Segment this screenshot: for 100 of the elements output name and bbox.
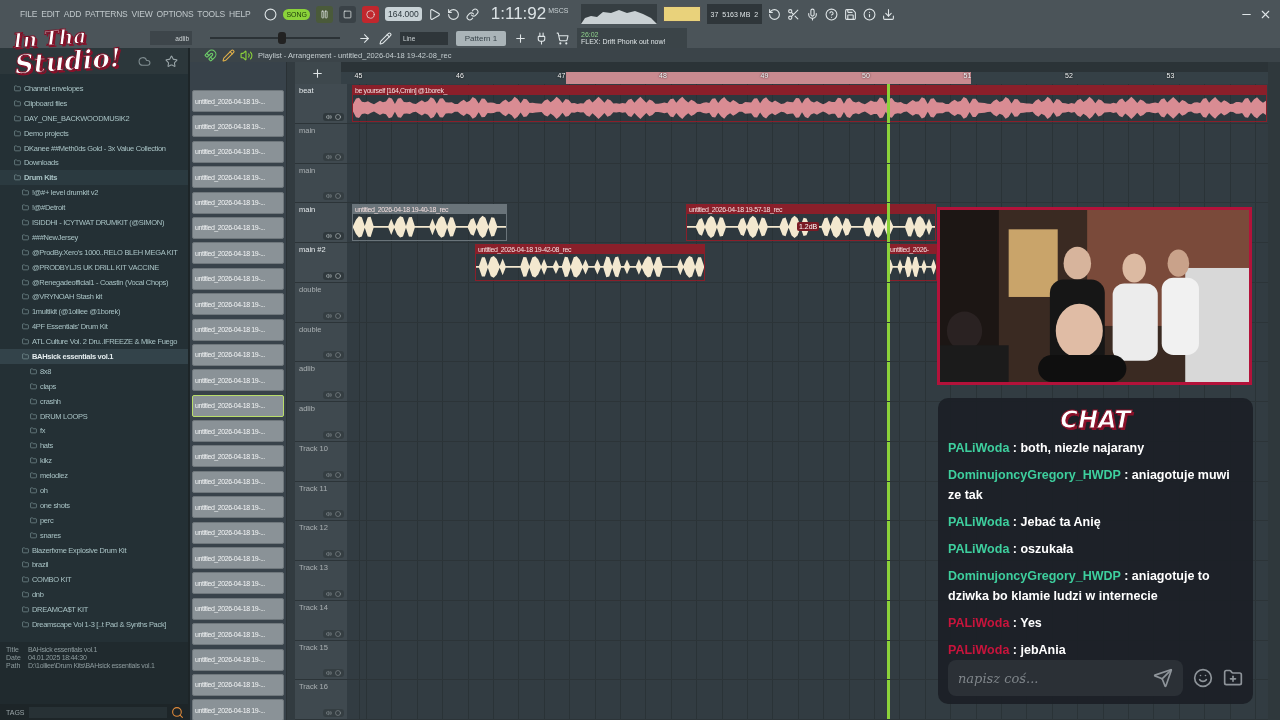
- menu-item[interactable]: TOOLS: [197, 9, 226, 19]
- chat-message: PALiWoda : Jebać ta Anię: [948, 514, 1102, 531]
- cart-icon[interactable]: [556, 31, 569, 45]
- scrollbar[interactable]: [286, 62, 295, 720]
- pause-icon: [320, 9, 330, 19]
- record-icon: [366, 9, 376, 19]
- time-display: 1:11:92: [490, 4, 547, 24]
- menu-item[interactable]: VIEW: [131, 9, 153, 19]
- playhead[interactable]: [887, 163, 890, 203]
- dot-icon[interactable]: [335, 272, 341, 279]
- folder-icon: [22, 278, 29, 286]
- dot-icon[interactable]: [335, 233, 341, 239]
- download-icon[interactable]: [882, 7, 896, 21]
- dot-icon[interactable]: [335, 630, 341, 637]
- folder-icon: [30, 427, 37, 435]
- folder-icon: [30, 516, 37, 524]
- link-icon[interactable]: [465, 7, 479, 21]
- dot-icon[interactable]: [335, 590, 341, 597]
- speaker-icon[interactable]: [240, 48, 253, 62]
- dot-icon[interactable]: [335, 153, 341, 160]
- chat-title: CHAT: [1060, 406, 1131, 434]
- send-icon[interactable]: [1153, 668, 1173, 688]
- dot-icon[interactable]: [335, 193, 341, 200]
- folder-icon: [30, 457, 37, 465]
- playhead[interactable]: [887, 322, 890, 362]
- record-button[interactable]: [362, 5, 380, 23]
- folder-icon: [30, 487, 37, 494]
- menu-item[interactable]: PATTERNS: [85, 9, 128, 19]
- chat-input[interactable]: napisz coś...: [948, 660, 1183, 696]
- folder-icon: [30, 382, 37, 390]
- menu-item[interactable]: FILE: [20, 9, 38, 19]
- scissors-icon[interactable]: [787, 7, 801, 21]
- menu-item[interactable]: EDIT: [41, 9, 60, 19]
- folder-icon: [14, 174, 21, 182]
- folder-icon: [22, 308, 29, 316]
- dot-icon[interactable]: [335, 511, 341, 518]
- menu-item[interactable]: ADD: [63, 9, 82, 19]
- dot-icon[interactable]: [335, 670, 341, 677]
- dot-icon[interactable]: [335, 113, 341, 120]
- dot-icon[interactable]: [335, 312, 341, 319]
- playhead[interactable]: [887, 481, 890, 521]
- folder-icon: [22, 338, 29, 346]
- emoji-icon[interactable]: [1193, 668, 1213, 688]
- speaker-icon[interactable]: [326, 272, 332, 279]
- undo-icon[interactable]: [768, 7, 782, 21]
- folder-icon: [22, 606, 29, 614]
- dot-icon[interactable]: [335, 392, 341, 398]
- folder-icon: [22, 189, 29, 197]
- folder-icon: [14, 84, 21, 92]
- pause-button[interactable]: [316, 5, 334, 23]
- dot-icon[interactable]: [335, 551, 341, 557]
- slider-thumb[interactable]: [277, 32, 286, 44]
- plus-icon[interactable]: [514, 31, 527, 45]
- folder-icon: [30, 367, 37, 375]
- plus-icon[interactable]: [311, 66, 325, 80]
- speaker-icon[interactable]: [326, 233, 332, 239]
- folder-icon: [14, 114, 21, 122]
- folder-icon: [22, 352, 29, 360]
- chat-message: PALiWoda : oszukała: [948, 541, 1075, 558]
- folder-icon: [14, 159, 21, 167]
- magnet-icon[interactable]: [204, 48, 217, 62]
- loop-icon[interactable]: [446, 7, 460, 21]
- pencil-icon[interactable]: [222, 48, 235, 62]
- stop-button[interactable]: [339, 5, 357, 23]
- scrollbar[interactable]: [1268, 62, 1280, 720]
- dot-icon[interactable]: [335, 352, 341, 359]
- plug-icon[interactable]: [535, 31, 548, 45]
- folder-icon: [14, 144, 21, 152]
- menu-item[interactable]: HELP: [229, 9, 251, 19]
- folder-icon: [22, 621, 29, 628]
- chat-message: PALiWoda : jebAnia: [948, 642, 1067, 659]
- pattern-selector[interactable]: Pattern 1: [456, 30, 506, 46]
- volume-meter: [662, 6, 701, 22]
- info-icon[interactable]: [863, 7, 877, 21]
- speaker-icon[interactable]: [326, 113, 332, 120]
- arrow-icon[interactable]: [358, 31, 371, 45]
- folder-icon: [22, 546, 29, 554]
- help-icon[interactable]: [825, 7, 839, 21]
- save-icon[interactable]: [844, 7, 858, 21]
- folder-icon: [14, 129, 21, 137]
- playhead[interactable]: [887, 640, 890, 680]
- star-icon[interactable]: [165, 54, 178, 68]
- folder-icon: [30, 472, 37, 480]
- folder-icon: [22, 293, 29, 301]
- folder-icon: [30, 397, 37, 405]
- waveform-drawing: [888, 254, 936, 280]
- folder-icon: [22, 561, 29, 569]
- dot-icon[interactable]: [335, 710, 341, 716]
- search-icon[interactable]: [171, 705, 184, 719]
- cloud-icon[interactable]: [138, 54, 151, 68]
- dot-icon[interactable]: [335, 431, 341, 438]
- menu-item[interactable]: OPTIONS: [156, 9, 194, 19]
- dot-icon[interactable]: [335, 471, 341, 478]
- folder-icon: [30, 501, 37, 509]
- folder-icon: [30, 531, 37, 539]
- tempo-display[interactable]: 164.000: [385, 7, 422, 21]
- folder-icon: [22, 233, 29, 241]
- knob-icon[interactable]: [264, 7, 278, 21]
- microphone-icon[interactable]: [806, 7, 820, 21]
- stop-icon: [343, 9, 353, 19]
